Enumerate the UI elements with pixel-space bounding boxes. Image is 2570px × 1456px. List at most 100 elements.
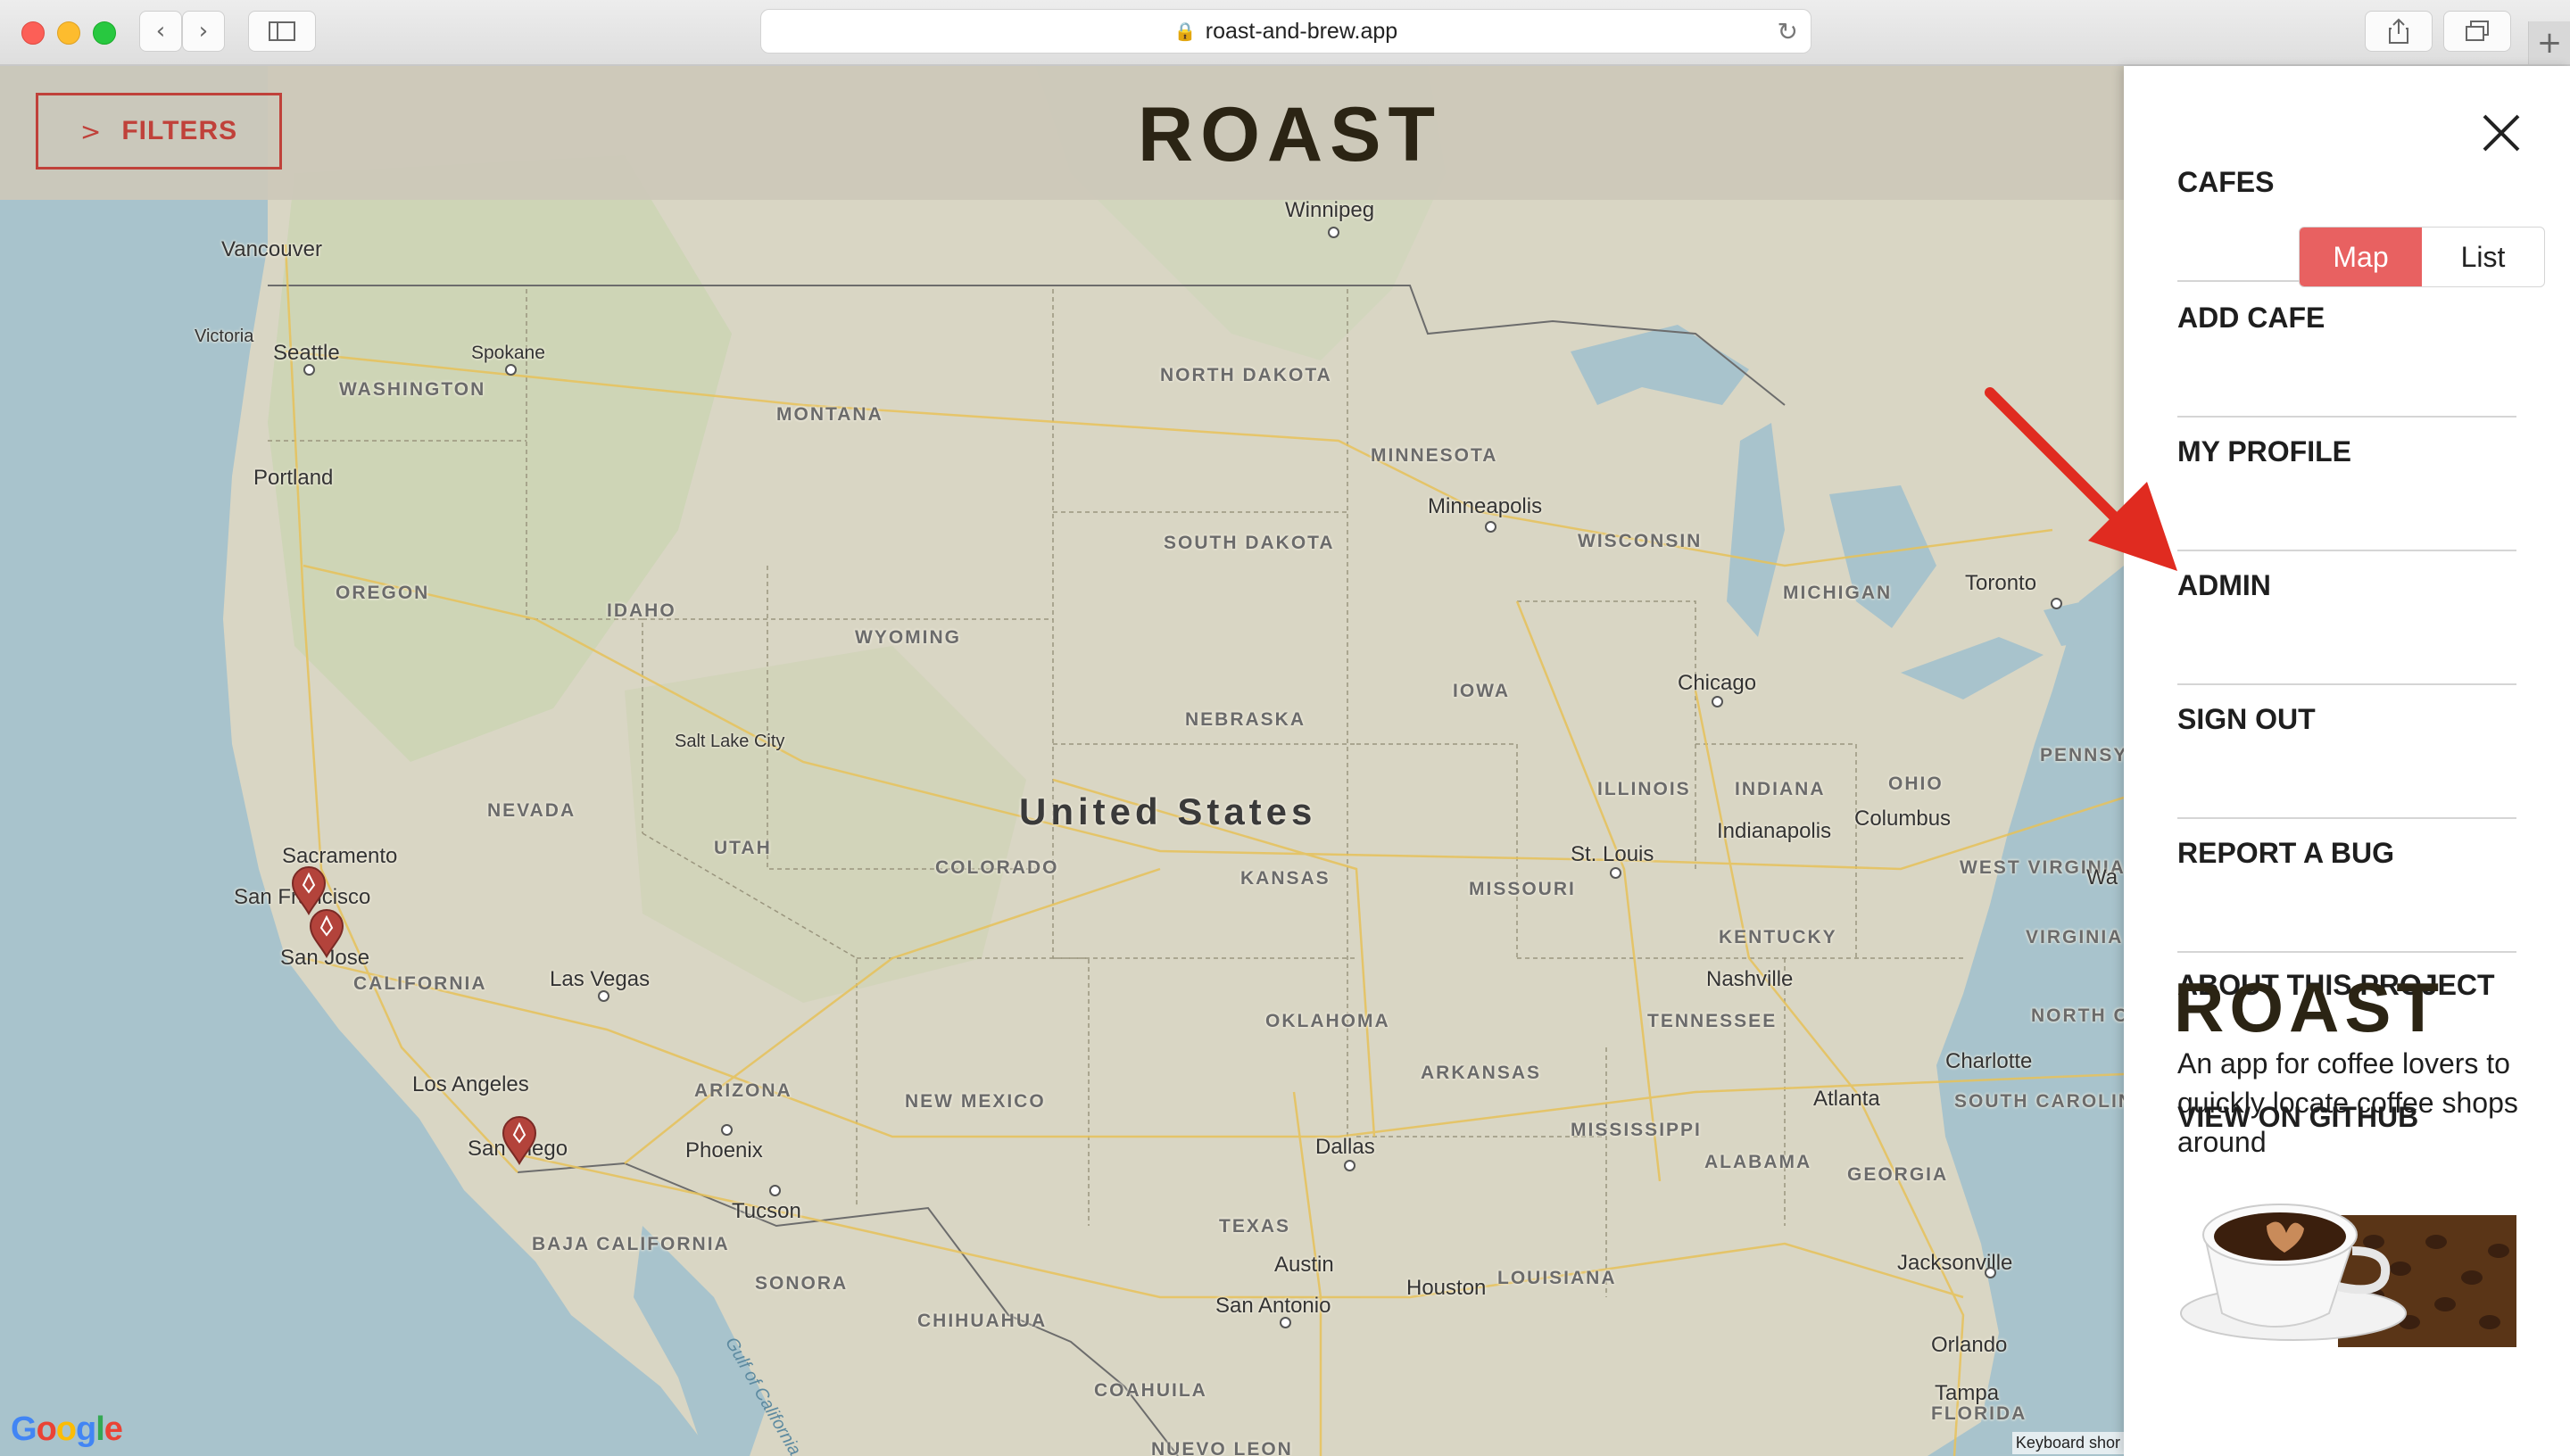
minimize-window-button[interactable] [57, 21, 80, 45]
state-label: NEW MEXICO [905, 1091, 1046, 1112]
state-label: WEST VIRGINIA [1960, 857, 2124, 878]
state-label: NORTH CAROLINA [2031, 1005, 2124, 1026]
side-menu: CAFES Map List ADD CAFE MY PROFILE ADMIN… [2124, 66, 2570, 1456]
address-bar[interactable]: 🔒 roast-and-brew.app ↻ [760, 9, 1811, 54]
city-label: Columbus [1854, 807, 1952, 831]
cafe-map-pin[interactable] [502, 1115, 537, 1165]
city-marker [769, 1185, 781, 1196]
cafe-map-pin[interactable] [309, 908, 344, 958]
menu-item-my-profile[interactable]: MY PROFILE [2177, 435, 2516, 551]
menu-item-report-bug[interactable]: REPORT A BUG [2177, 837, 2516, 953]
share-button[interactable] [2365, 11, 2433, 52]
state-label: KANSAS [1240, 868, 1331, 889]
city-label: Austin [1274, 1253, 1334, 1277]
state-label: NUEVO LEON [1151, 1439, 1293, 1456]
menu-item-label: MY PROFILE [2177, 435, 2351, 467]
city-label: Winnipeg [1285, 198, 1375, 222]
state-label: BAJA CALIFORNIA [532, 1234, 730, 1254]
city-label: Portland [253, 466, 334, 490]
state-label: NORTH DAKOTA [1160, 366, 1331, 385]
state-label: LOUISIANA [1497, 1268, 1617, 1288]
menu-item-sign-out[interactable]: SIGN OUT [2177, 703, 2516, 819]
city-label: Orlando [1931, 1333, 2008, 1357]
keyboard-shortcuts-link[interactable]: Keyboard shor [2011, 1432, 2124, 1454]
city-label: Minneapolis [1428, 494, 1543, 518]
state-label: MONTANA [776, 404, 883, 425]
city-marker [1328, 227, 1339, 238]
fullscreen-window-button[interactable] [93, 21, 116, 45]
city-label: Charlotte [1945, 1049, 2033, 1073]
view-toggle: Map List [2299, 227, 2545, 287]
state-label: INDIANA [1735, 779, 1826, 799]
state-label: TEXAS [1219, 1216, 1291, 1237]
close-window-button[interactable] [21, 21, 45, 45]
plus-icon: + [2536, 25, 2563, 61]
city-marker [505, 364, 517, 376]
state-label: GEORGIA [1847, 1164, 1949, 1185]
sidebar-icon [269, 21, 295, 41]
state-label: COLORADO [935, 857, 1059, 878]
city-label: Dallas [1315, 1135, 1375, 1159]
city-label: Victoria [195, 327, 254, 346]
tabs-icon [2466, 21, 2489, 41]
city-marker [1485, 521, 1496, 533]
menu-item-add-cafe[interactable]: ADD CAFE [2177, 302, 2516, 418]
city-marker [1344, 1160, 1355, 1171]
city-label: Tucson [732, 1199, 801, 1223]
city-label: St. Louis [1571, 842, 1654, 866]
city-label: Atlanta [1813, 1087, 1880, 1111]
city-marker [2051, 598, 2062, 609]
state-label: CHIHUAHUA [917, 1311, 1048, 1331]
url-text: roast-and-brew.app [1205, 18, 1398, 44]
google-logo[interactable]: Google [11, 1410, 123, 1449]
city-label: Indianapolis [1717, 819, 1832, 843]
city-marker [1712, 696, 1723, 707]
close-icon[interactable] [2481, 112, 2522, 153]
city-label: San Antonio [1215, 1294, 1331, 1318]
toggle-list-button[interactable]: List [2422, 228, 2544, 286]
chevron-right-icon: › [198, 18, 209, 45]
state-label: MINNESOTA [1371, 445, 1498, 466]
state-label: MICHIGAN [1783, 583, 1893, 603]
back-button[interactable]: ‹ [139, 11, 182, 52]
view-on-github-link[interactable]: VIEW ON GITHUB [2177, 1101, 2418, 1134]
state-label: FLORIDA [1931, 1403, 2027, 1424]
city-marker [1280, 1317, 1291, 1328]
city-label: Seattle [273, 341, 340, 365]
state-label: IOWA [1453, 681, 1510, 701]
lock-icon: 🔒 [1173, 21, 1197, 42]
state-label: CALIFORNIA [353, 973, 487, 994]
reload-icon[interactable]: ↻ [1778, 17, 1798, 46]
toggle-map-button[interactable]: Map [2300, 228, 2422, 286]
menu-item-admin[interactable]: ADMIN [2177, 569, 2516, 685]
city-label: Phoenix [685, 1138, 763, 1162]
city-label: Spokane [471, 343, 545, 363]
filters-button[interactable]: > FILTERS [36, 93, 282, 170]
city-marker [598, 990, 609, 1002]
state-label: WASHINGTON [339, 379, 486, 400]
city-label: Salt Lake City [675, 732, 785, 751]
state-label: MISSISSIPPI [1571, 1120, 1702, 1140]
state-label: OREGON [336, 583, 430, 603]
red-arrow-annotation [1985, 387, 2177, 571]
city-label: Los Angeles [412, 1072, 529, 1096]
forward-button[interactable]: › [182, 11, 225, 52]
sidebar-toggle-button[interactable] [248, 11, 316, 52]
menu-item-label: SIGN OUT [2177, 703, 2316, 735]
state-label: OHIO [1888, 774, 1944, 794]
state-label: TENNESSEE [1647, 1011, 1778, 1031]
state-label: PENNSY [2040, 745, 2124, 765]
menu-item-label: ADMIN [2177, 569, 2271, 601]
tabs-overview-button[interactable] [2443, 11, 2511, 52]
city-marker [1610, 867, 1621, 879]
city-label: Chicago [1678, 671, 1757, 695]
new-tab-button[interactable]: + [2528, 21, 2570, 64]
google-map[interactable]: United States WASHINGTON MONTANA NORTH D… [0, 66, 2124, 1456]
country-label: United States [1019, 790, 1317, 832]
state-label: ARIZONA [694, 1080, 792, 1101]
city-marker [721, 1124, 733, 1136]
state-label: WYOMING [855, 627, 961, 648]
app-logo[interactable]: ROAST [1138, 91, 1442, 179]
state-label: Wa [2086, 865, 2118, 889]
menu-item-label: REPORT A BUG [2177, 837, 2394, 869]
